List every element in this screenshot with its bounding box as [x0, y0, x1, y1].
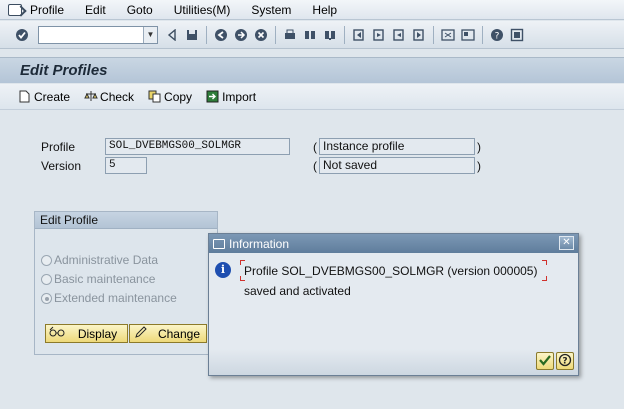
menu-utilities[interactable]: Utilities(M) — [174, 3, 231, 17]
new-session-icon[interactable] — [440, 27, 456, 43]
profile-field[interactable]: SOL_DVEBMGS00_SOLMGR — [105, 138, 290, 155]
dialog-footer: ? — [209, 349, 578, 375]
version-label: Version — [41, 159, 82, 173]
radio-button[interactable] — [41, 273, 52, 285]
print-icon[interactable] — [282, 27, 298, 43]
cancel-icon[interactable] — [253, 27, 269, 43]
information-dialog: Information ✕ i Profile SOL_DVEBMGS00_SO… — [208, 233, 579, 376]
window-menu-icon[interactable] — [8, 3, 22, 16]
radio-button[interactable] — [41, 254, 52, 266]
layout-menu-icon[interactable] — [509, 27, 525, 43]
svg-text:?: ? — [495, 31, 500, 41]
menu-profile[interactable]: Profile — [30, 3, 64, 17]
edit-profile-group: Edit Profile Administrative Data Basic m… — [34, 211, 218, 355]
dialog-title-bar: Information — [209, 234, 578, 253]
radio-administrative-data[interactable]: Administrative Data — [41, 253, 158, 267]
screen-title-bar: Edit Profiles — [0, 57, 624, 83]
close-icon[interactable]: ✕ — [559, 236, 574, 250]
paren-close: ) — [477, 140, 481, 154]
application-toolbar: Create Check Copy Import — [0, 84, 624, 110]
svg-text:?: ? — [562, 357, 567, 367]
dialog-title: Information — [229, 236, 290, 251]
toolbar-divider — [275, 25, 276, 44]
find-next-icon[interactable] — [322, 27, 338, 43]
radio-basic-maintenance[interactable]: Basic maintenance — [41, 272, 155, 286]
confirm-button[interactable] — [536, 352, 554, 370]
menu-goto[interactable]: Goto — [127, 3, 153, 17]
menu-edit[interactable]: Edit — [85, 3, 106, 17]
toolbar-divider — [482, 25, 483, 44]
toolbar-divider — [433, 25, 434, 44]
page-title: Edit Profiles — [20, 62, 108, 79]
focus-corner — [542, 260, 547, 265]
command-field[interactable]: ▼ — [38, 25, 158, 44]
save-icon[interactable] — [184, 27, 200, 43]
radio-label: Administrative Data — [54, 253, 159, 267]
enter-icon[interactable] — [14, 27, 30, 43]
menu-help[interactable]: Help — [312, 3, 337, 17]
next-page-icon[interactable] — [391, 27, 407, 43]
radio-label: Extended maintenance — [54, 291, 177, 305]
window-icon — [213, 238, 225, 249]
profile-description-field: Instance profile — [319, 138, 475, 155]
check-button[interactable]: Check — [84, 90, 134, 104]
create-button[interactable]: Create — [18, 90, 70, 104]
paren-open: ( — [313, 159, 317, 173]
chevron-down-icon[interactable]: ▼ — [143, 26, 157, 43]
import-button-label: Import — [222, 89, 257, 104]
glasses-icon — [46, 326, 68, 341]
version-field[interactable]: 5 — [105, 157, 147, 174]
menu-bar: Profile Edit Goto Utilities(M) System He… — [0, 0, 624, 20]
import-button[interactable]: Import — [206, 90, 256, 104]
dialog-message-line1: Profile SOL_DVEBMGS00_SOLMGR (version 00… — [244, 264, 538, 278]
change-button[interactable]: Change — [129, 324, 207, 343]
help-button[interactable]: ? — [556, 352, 574, 370]
profile-label: Profile — [41, 140, 76, 154]
copy-button-label: Copy — [164, 89, 193, 104]
toolbar-divider — [344, 25, 345, 44]
change-button-label: Change — [157, 326, 201, 341]
focus-corner — [542, 276, 547, 281]
display-button[interactable]: Display — [45, 324, 128, 343]
find-icon[interactable] — [302, 27, 318, 43]
help-icon[interactable]: ? — [489, 27, 505, 43]
checkmark-icon — [539, 355, 551, 366]
create-button-label: Create — [34, 89, 71, 104]
previous-page-icon[interactable] — [371, 27, 387, 43]
radio-button-selected[interactable] — [41, 292, 52, 304]
back-arrow-icon[interactable] — [164, 27, 180, 43]
new-document-icon — [18, 90, 31, 103]
radio-extended-maintenance[interactable]: Extended maintenance — [41, 291, 177, 305]
toolbar-divider — [206, 25, 207, 44]
question-icon: ? — [558, 353, 572, 367]
first-page-icon[interactable] — [351, 27, 367, 43]
display-button-label: Display — [77, 326, 118, 341]
edit-profile-group-title: Edit Profile — [35, 212, 217, 229]
exit-icon[interactable] — [233, 27, 249, 43]
back-icon[interactable] — [213, 27, 229, 43]
version-status-field: Not saved — [319, 157, 475, 174]
info-icon: i — [215, 262, 231, 278]
standard-toolbar: ▼ ? — [0, 21, 624, 49]
menu-system[interactable]: System — [251, 3, 291, 17]
dialog-message-line2: saved and activated — [244, 284, 351, 298]
last-page-icon[interactable] — [411, 27, 427, 43]
shortcut-icon[interactable] — [460, 27, 476, 43]
copy-icon — [148, 90, 161, 103]
check-scale-icon — [84, 90, 98, 103]
import-icon — [206, 90, 219, 103]
pencil-icon — [130, 325, 152, 342]
copy-button[interactable]: Copy — [148, 90, 192, 104]
radio-label: Basic maintenance — [54, 272, 156, 286]
paren-open: ( — [313, 140, 317, 154]
paren-close: ) — [477, 159, 481, 173]
check-button-label: Check — [100, 89, 135, 104]
